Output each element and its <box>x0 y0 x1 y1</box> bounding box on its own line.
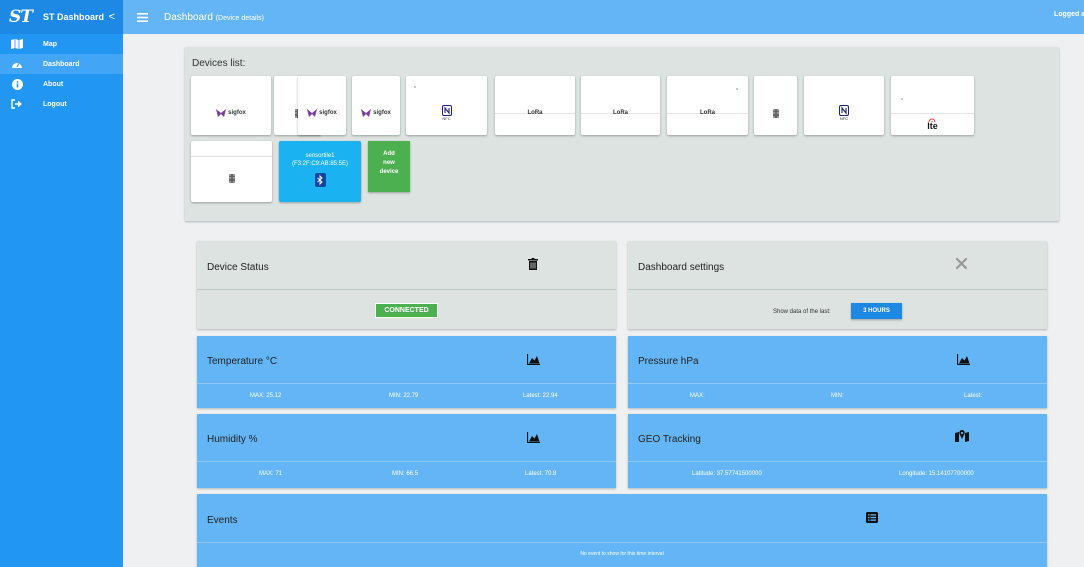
sidebar-item-logout[interactable]: Logout <box>0 94 123 114</box>
humidity-title: Humidity % <box>207 434 258 445</box>
status-badge: CONNECTED <box>375 303 438 318</box>
device-status-title: Device Status <box>207 262 269 273</box>
sidebar-item-dashboard[interactable]: Dashboard <box>0 54 123 74</box>
device-card[interactable]: sigfox <box>352 76 400 135</box>
logged-user-label: Logged as <box>1054 11 1084 18</box>
device-card[interactable]: sigfox <box>191 76 271 135</box>
sidebar: ST ST Dashboard < Map Dashboard About Lo… <box>0 0 123 567</box>
device-card[interactable]: NFC <box>804 76 884 135</box>
humidity-min: MIN: 66.5 <box>392 471 419 477</box>
sigfox-logo: sigfox <box>216 109 246 117</box>
temperature-min: MIN: 22.79 <box>389 393 419 399</box>
temperature-max: MAX: 25.12 <box>250 393 282 399</box>
time-range-button[interactable]: 3 HOURS <box>851 303 902 319</box>
top-bar: Dashboard (Device details) Logged as <box>123 0 1084 34</box>
lora-logo: LoRa <box>527 110 543 116</box>
map-icon <box>11 38 23 50</box>
trash-icon[interactable] <box>526 257 540 271</box>
list-icon[interactable] <box>865 510 879 524</box>
lora-logo: LoRa <box>613 110 628 116</box>
add-new-device-button[interactable]: Add new device <box>368 141 410 192</box>
pressure-max: MAX: <box>690 393 705 399</box>
brand-name: ST Dashboard <box>43 12 105 22</box>
show-data-label: Show data of the last: <box>773 309 831 315</box>
sidebar-brand: ST ST Dashboard < <box>0 0 123 34</box>
sidebar-item-about[interactable]: About <box>0 74 123 94</box>
geo-latitude: Latitude: 37.57741500000 <box>692 471 762 477</box>
sidebar-item-map[interactable]: Map <box>0 34 123 54</box>
sidebar-item-label: Dashboard <box>43 60 80 68</box>
sidebar-item-label: Map <box>43 40 57 48</box>
temperature-latest: Latest: 22.94 <box>523 393 558 399</box>
selected-device-name: sensortile1 <box>305 153 335 159</box>
page-subtitle: (Device details) <box>215 14 264 22</box>
logout-icon <box>11 98 23 110</box>
hamburger-menu-icon[interactable] <box>136 11 148 23</box>
humidity-latest: Latest: 70.8 <box>525 471 557 477</box>
geo-tracking-title: GEO Tracking <box>638 434 701 445</box>
lte-logo: lte <box>927 118 938 131</box>
temperature-card[interactable]: Temperature °C MAX: 25.12 MIN: 22.79 Lat… <box>197 336 616 408</box>
events-empty-message: No event to show for this time interval <box>580 551 664 557</box>
pressure-card[interactable]: Pressure hPa MAX: MIN: Latest: <box>628 336 1047 408</box>
device-card[interactable]: NFC <box>406 76 487 135</box>
area-chart-icon[interactable] <box>956 352 970 366</box>
wrench-tools-icon[interactable] <box>954 256 968 270</box>
nfc-logo: NFC <box>441 105 452 121</box>
dashboard-settings-card: Dashboard settings Show data of the last… <box>628 241 1047 329</box>
sigfox-logo: sigfox <box>307 109 337 117</box>
device-card[interactable] <box>191 141 272 202</box>
info-icon <box>11 78 23 90</box>
dashboard-icon <box>11 58 23 70</box>
sidebar-item-label: About <box>43 80 64 88</box>
pressure-title: Pressure hPa <box>638 356 699 367</box>
dashboard-settings-title: Dashboard settings <box>638 262 725 273</box>
humidity-max: MAX: 71 <box>259 471 283 477</box>
device-card[interactable]: lte <box>891 76 974 135</box>
devices-list-title: Devices list: <box>192 58 246 69</box>
page-title: Dashboard (Device details) <box>164 12 264 23</box>
device-card[interactable]: LoRa <box>581 76 660 135</box>
area-chart-icon[interactable] <box>526 352 540 366</box>
geo-tracking-card[interactable]: GEO Tracking Latitude: 37.57741500000 Lo… <box>628 414 1047 488</box>
map-marker-icon[interactable] <box>955 429 969 443</box>
pressure-min: MIN: <box>831 393 844 399</box>
temperature-title: Temperature °C <box>207 356 278 367</box>
device-card[interactable]: LoRa <box>495 76 575 135</box>
events-title: Events <box>207 515 238 526</box>
device-card-selected[interactable]: sensortile1 (F3:2F:C9:AB:85:5E) <box>279 141 361 202</box>
chip-icon <box>228 173 235 183</box>
bluetooth-icon <box>314 173 326 187</box>
device-card[interactable] <box>754 76 797 135</box>
devices-panel: Devices list: sigfox sigfox sigfox NFC L… <box>185 47 1059 221</box>
humidity-card[interactable]: Humidity % MAX: 71 MIN: 66.5 Latest: 70.… <box>197 414 616 488</box>
device-status-card: Device Status CONNECTED <box>197 241 616 329</box>
page-title-text: Dashboard <box>164 11 213 23</box>
sigfox-logo: sigfox <box>361 109 391 117</box>
pressure-latest: Latest: <box>964 393 983 399</box>
st-logo: ST <box>9 7 33 27</box>
nfc-logo: NFC <box>839 105 849 121</box>
geo-longitude: Longitude: 15.14107700000 <box>899 471 974 477</box>
chip-icon <box>772 108 779 118</box>
device-card[interactable]: LoRa <box>667 76 748 135</box>
device-card[interactable]: sigfox <box>298 76 346 135</box>
selected-device-mac: (F3:2F:C9:AB:85:5E) <box>291 161 349 167</box>
events-card: Events No event to show for this time in… <box>197 494 1047 567</box>
sidebar-item-label: Logout <box>43 100 67 108</box>
area-chart-icon[interactable] <box>526 430 540 444</box>
lora-logo: LoRa <box>700 110 715 116</box>
collapse-sidebar-button[interactable]: < <box>109 11 115 23</box>
